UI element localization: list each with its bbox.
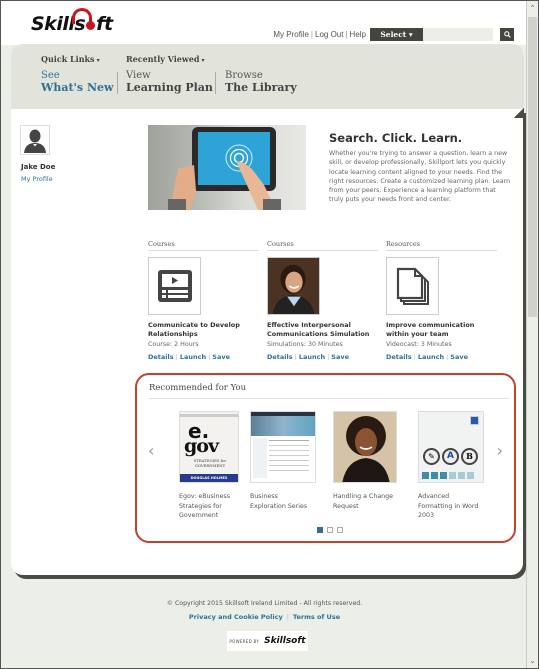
course-screenshot-image: ✎ A B: [418, 411, 484, 483]
nav-whats-new[interactable]: See What's New: [41, 70, 113, 94]
main-content-panel: Jake Doe My Profile Search. Click. Learn…: [11, 108, 524, 575]
details-link[interactable]: Details: [386, 353, 412, 361]
card-title[interactable]: Improve communication within your team: [386, 321, 497, 338]
video-course-icon: [157, 270, 192, 302]
powered-by-badge[interactable]: POWERED BY Skillsoft: [227, 631, 308, 651]
content-card: Resources Improve communication within y…: [386, 240, 497, 361]
nav-divider: [117, 72, 118, 94]
card-meta: Course: 2 Hours: [148, 341, 199, 348]
top-bar: Skills ft My Profile | Log Out | Help Sel…: [1, 1, 528, 45]
carousel-page-dot[interactable]: [327, 527, 333, 533]
footer-links: Privacy and Cookie Policy | Terms of Use: [188, 613, 341, 621]
recommended-heading: Recommended for You: [149, 383, 247, 393]
tablet-touch-illustration: [168, 127, 281, 210]
content-card: Courses Communicate to Develop Relations…: [148, 240, 259, 361]
save-link[interactable]: Save: [331, 353, 349, 361]
log-out-link[interactable]: Log Out: [315, 30, 343, 39]
carousel-prev-icon[interactable]: ‹: [148, 441, 154, 460]
carousel-page-dot[interactable]: [337, 527, 343, 533]
terms-of-use-link[interactable]: Terms of Use: [293, 613, 340, 621]
save-link[interactable]: Save: [450, 353, 468, 361]
recommended-item[interactable]: Business Exploration Series: [250, 411, 316, 511]
recommended-caption: Egov: eBusiness Strategies for Governmen…: [179, 493, 230, 519]
utility-links: My Profile | Log Out | Help Select ▾: [273, 28, 493, 41]
hero-description: Whether you're trying to answer a questi…: [329, 150, 511, 204]
privacy-policy-link[interactable]: Privacy and Cookie Policy: [189, 613, 283, 621]
carousel-pagination: [317, 527, 343, 533]
carousel-next-icon[interactable]: ›: [497, 441, 503, 460]
recommended-item[interactable]: e. gov STRATEGIES for GOVERNMENT DOUGLAS…: [179, 411, 243, 521]
card-actions: Details | Launch | Save: [267, 353, 350, 361]
avatar[interactable]: [20, 125, 50, 155]
carousel-page-dot[interactable]: [317, 527, 323, 533]
documents-stack-icon: [396, 267, 429, 305]
chevron-down-icon: ▾: [201, 57, 205, 64]
skillsoft-logo[interactable]: Skills ft: [31, 8, 113, 35]
launch-link[interactable]: Launch: [299, 353, 325, 361]
portrait-photo: [268, 258, 319, 314]
scroll-down-icon[interactable]: ⌄: [527, 657, 538, 665]
scrollbar-thumb[interactable]: [528, 17, 537, 317]
my-profile-link[interactable]: My Profile: [273, 30, 309, 39]
recommended-item[interactable]: Handling a Change Request: [333, 411, 397, 511]
search-button[interactable]: [500, 28, 514, 41]
skillsoft-logo-small: Skillsoft: [264, 636, 306, 646]
main-navigation: Quick Links ▾ Recently Viewed ▾ See What's…: [11, 44, 524, 114]
nav-divider: [215, 72, 216, 94]
card-title[interactable]: Communicate to Develop Relationships: [148, 321, 259, 338]
logo-headphone-arc-icon: [72, 8, 92, 24]
course-screenshot-image: [250, 411, 316, 483]
card-thumbnail[interactable]: [267, 257, 320, 315]
card-category: Courses: [267, 240, 378, 251]
card-meta: Videocast: 3 Minutes: [386, 341, 452, 348]
portrait-photo: [333, 411, 397, 483]
card-actions: Details | Launch | Save: [148, 353, 231, 361]
card-meta: Simulations: 30 Minutes: [267, 341, 343, 348]
scroll-up-icon[interactable]: ⌃: [527, 4, 538, 12]
recommended-caption: Business Exploration Series: [250, 493, 308, 510]
recommended-carousel: Recommended for You ‹ › e. gov STRATEGIE…: [135, 373, 516, 543]
quick-links-menu[interactable]: Quick Links ▾: [41, 54, 100, 64]
card-category: Courses: [148, 240, 259, 251]
user-silhouette-icon: [24, 129, 46, 153]
profile-link[interactable]: My Profile: [21, 175, 53, 183]
recommended-caption: Handling a Change Request: [333, 493, 394, 510]
hero-title: Search. Click. Learn.: [329, 131, 463, 145]
card-thumbnail[interactable]: [386, 257, 439, 315]
recently-viewed-menu[interactable]: Recently Viewed ▾: [126, 54, 204, 64]
card-category: Resources: [386, 240, 497, 251]
recommended-item[interactable]: ✎ A B Advanced Formatting in Word 2003: [418, 411, 484, 521]
details-link[interactable]: Details: [148, 353, 174, 361]
card-title[interactable]: Effective Interpersonal Communications S…: [267, 321, 378, 338]
vertical-scrollbar[interactable]: ⌃ ⌄: [526, 1, 538, 668]
content-card: Courses Effective Interpersonal Communic…: [267, 240, 378, 361]
copyright-text: © Copyright 2015 Skillsoft Ireland Limit…: [166, 600, 363, 607]
hero-image: [148, 125, 306, 210]
search-scope-select[interactable]: Select ▾: [370, 28, 423, 41]
nav-library[interactable]: Browse The Library: [225, 70, 297, 94]
launch-link[interactable]: Launch: [418, 353, 444, 361]
card-thumbnail[interactable]: [148, 257, 201, 315]
launch-link[interactable]: Launch: [180, 353, 206, 361]
details-link[interactable]: Details: [267, 353, 293, 361]
book-cover-image: e. gov STRATEGIES for GOVERNMENT DOUGLAS…: [179, 411, 239, 483]
magnifier-icon: [503, 31, 511, 38]
help-link[interactable]: Help: [350, 30, 366, 39]
nav-learning-plan[interactable]: View Learning Plan: [126, 70, 213, 94]
search-input[interactable]: [423, 28, 493, 41]
chevron-down-icon: ▾: [96, 57, 100, 64]
profile-name: Jake Doe: [21, 163, 56, 171]
recommended-caption: Advanced Formatting in Word 2003: [418, 493, 479, 519]
save-link[interactable]: Save: [212, 353, 230, 361]
card-actions: Details | Launch | Save: [386, 353, 469, 361]
